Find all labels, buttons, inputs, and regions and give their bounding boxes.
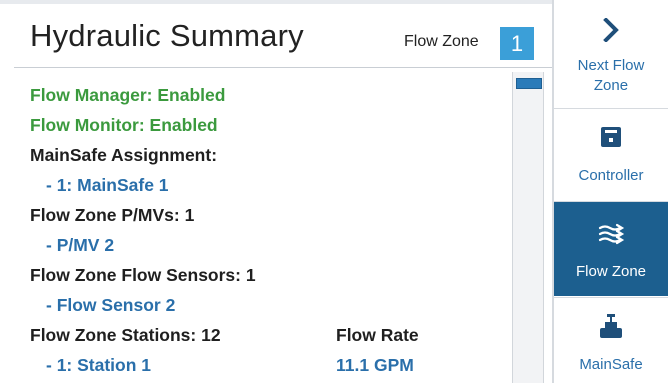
station-flow-rate: 11.1 GPM (336, 355, 414, 375)
side-divider (554, 108, 668, 109)
mainsafe-label: MainSafe (579, 356, 643, 373)
scrollbar-track[interactable] (512, 72, 544, 383)
controller-icon (554, 125, 668, 149)
next-flow-zone-label-line2: Zone (593, 77, 629, 94)
title-divider (14, 67, 552, 68)
page-title: Hydraulic Summary (30, 18, 304, 53)
scrollbar-thumb[interactable] (516, 78, 542, 89)
station-item[interactable]: - 1: Station 1 (46, 355, 151, 376)
flow-zone-tab-label: Flow Zone (575, 263, 647, 280)
screen: Hydraulic Summary Flow Zone 1 Flow Manag… (0, 0, 668, 383)
pmv-item[interactable]: - P/MV 2 (46, 235, 114, 256)
flow-sensors-heading: Flow Zone Flow Sensors: 1 (30, 265, 256, 285)
mainsafe-item[interactable]: - 1: MainSafe 1 (46, 175, 169, 196)
next-flow-zone-button[interactable]: Next Flow Zone (554, 18, 668, 104)
stations-heading: Flow Zone Stations: 12 (30, 325, 221, 345)
valve-icon (554, 313, 668, 341)
flow-rate-heading: Flow Rate (336, 325, 419, 345)
pmv-heading: Flow Zone P/MVs: 1 (30, 205, 195, 225)
flow-zone-selector[interactable]: 1 (500, 27, 534, 60)
next-flow-zone-label-line1: Next Flow (577, 57, 645, 74)
controller-label: Controller (578, 167, 644, 184)
mainsafe-button[interactable]: MainSafe (554, 313, 668, 383)
flow-manager-status: Flow Manager: Enabled (30, 85, 226, 105)
flow-sensor-item[interactable]: - Flow Sensor 2 (46, 295, 175, 316)
side-divider (554, 297, 668, 298)
flow-zone-label: Flow Zone (404, 33, 479, 50)
flow-zone-icon (554, 222, 668, 246)
flow-monitor-status: Flow Monitor: Enabled (30, 115, 218, 135)
controller-button[interactable]: Controller (554, 125, 668, 199)
chevron-right-icon (554, 18, 668, 42)
mainsafe-assignment-heading: MainSafe Assignment: (30, 145, 218, 165)
flow-zone-tab[interactable]: Flow Zone (554, 202, 668, 296)
